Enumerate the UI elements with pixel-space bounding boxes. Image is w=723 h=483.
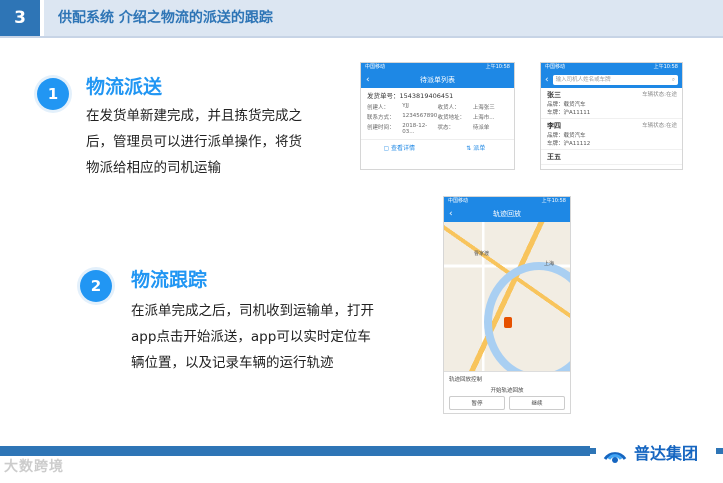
- view-detail-button[interactable]: ▢ 查看详情: [361, 140, 438, 155]
- footer-band: [0, 446, 590, 456]
- company-logo: 普达集团: [596, 432, 716, 472]
- header-divider: [0, 36, 723, 38]
- map-label: 上海: [544, 261, 555, 267]
- clock-label: 上午10:58: [653, 64, 678, 70]
- section-1-title: 物流派送: [86, 76, 163, 98]
- driver-search-input[interactable]: 输入司机人姓名或车牌 ⌕: [552, 75, 678, 85]
- order-field-row: 创建人： YJJ 收货人： 上海张三: [367, 103, 495, 111]
- section-1-line: 后，管理员可以进行派单操作，将货: [86, 134, 302, 150]
- slide-header: 3 供配系统 介绍之物流的派送的跟踪: [0, 0, 723, 36]
- map-label: 曹家渡: [474, 251, 490, 257]
- clock-label: 上午10:58: [485, 64, 510, 70]
- order-actions: ▢ 查看详情 ⇅ 派单: [361, 139, 514, 155]
- app-bar: ‹ 待派单列表: [361, 72, 514, 88]
- section-1-line: 物派给相应的司机运输: [86, 160, 221, 176]
- search-icon[interactable]: ⌕: [672, 75, 675, 85]
- replay-buttons: 暂停 继续: [444, 396, 570, 410]
- driver-select-screenshot: 中国移动 上午10:58 ‹ 输入司机人姓名或车牌 ⌕ 张三 车辆状态:在途 品…: [540, 62, 683, 170]
- pause-button[interactable]: 暂停: [449, 396, 505, 410]
- driver-list-item[interactable]: 李四 车辆状态:在途 品牌：载货汽车 车牌：沪A11112: [541, 119, 682, 150]
- back-arrow-icon[interactable]: ‹: [449, 206, 453, 222]
- status-bar: 中国移动 上午10:58: [541, 63, 682, 72]
- replay-control-panel: 轨迹回放控制 开始轨迹回放 暂停 继续: [444, 371, 570, 413]
- panel-title: 轨迹回放控制: [449, 377, 483, 383]
- order-field-row: 联系方式： 1234567890 收货地址： 上海市...: [367, 113, 495, 121]
- screen-title: 待派单列表: [420, 76, 455, 84]
- section-1-line: 在发货单新建完成，并且拣货完成之: [86, 108, 302, 124]
- status-bar: 中国移动 上午10:58: [361, 63, 514, 72]
- section-2-line: 在派单完成之后，司机收到运输单，打开: [131, 303, 374, 319]
- header-separator: [40, 0, 44, 36]
- driver-list-item[interactable]: 张三 车辆状态:在途 品牌：载货汽车 车牌：沪A11111: [541, 88, 682, 119]
- search-bar: ‹ 输入司机人姓名或车牌 ⌕: [541, 72, 682, 88]
- section-1-body: 在发货单新建完成，并且拣货完成之 后，管理员可以进行派单操作，将货 物派给相应的…: [86, 103, 346, 181]
- dispatch-button[interactable]: ⇅ 派单: [438, 140, 515, 155]
- clock-label: 上午10:58: [541, 198, 566, 204]
- company-logo-icon: [600, 437, 630, 467]
- watermark: 大数跨境: [4, 459, 64, 475]
- track-replay-screenshot: 中国移动 上午10:58 ‹ 轨迹回放 曹家渡 上海 轨迹回放控制 开始轨迹回放…: [443, 196, 571, 414]
- carrier-label: 中国移动: [448, 198, 469, 204]
- step-2-badge: 2: [80, 270, 112, 302]
- carrier-label: 中国移动: [365, 64, 386, 70]
- order-number: 发货单号：1543819406451: [367, 92, 454, 100]
- map-view[interactable]: 曹家渡 上海: [444, 222, 570, 382]
- section-2-line: app点击开始派送，app可以实时定位车: [131, 329, 371, 345]
- continue-button[interactable]: 继续: [509, 396, 565, 410]
- section-2-body: 在派单完成之后，司机收到运输单，打开 app点击开始派送，app可以实时定位车 …: [131, 298, 431, 376]
- vehicle-marker-icon: [504, 317, 512, 328]
- section-number: 3: [0, 0, 40, 36]
- screen-title: 轨迹回放: [493, 210, 521, 218]
- order-field-row: 创建时间： 2018-12-03... 状态： 待派单: [367, 123, 490, 135]
- slide-title: 供配系统 介绍之物流的派送的跟踪: [58, 10, 273, 26]
- back-arrow-icon[interactable]: ‹: [366, 72, 370, 88]
- back-arrow-icon[interactable]: ‹: [545, 75, 549, 85]
- company-name: 普达集团: [634, 444, 699, 463]
- section-2-title: 物流跟踪: [131, 269, 208, 291]
- carrier-label: 中国移动: [545, 64, 566, 70]
- section-2-line: 辆位置，以及记录车辆的运行轨迹: [131, 355, 334, 371]
- app-bar: ‹ 轨迹回放: [444, 206, 570, 222]
- dispatch-list-screenshot: 中国移动 上午10:58 ‹ 待派单列表 发货单号：1543819406451 …: [360, 62, 515, 170]
- driver-list-item[interactable]: 王五: [541, 150, 682, 165]
- start-replay-button[interactable]: 开始轨迹回放: [444, 386, 570, 396]
- status-bar: 中国移动 上午10:58: [444, 197, 570, 206]
- step-1-badge: 1: [37, 78, 69, 110]
- river-shape: [484, 262, 570, 382]
